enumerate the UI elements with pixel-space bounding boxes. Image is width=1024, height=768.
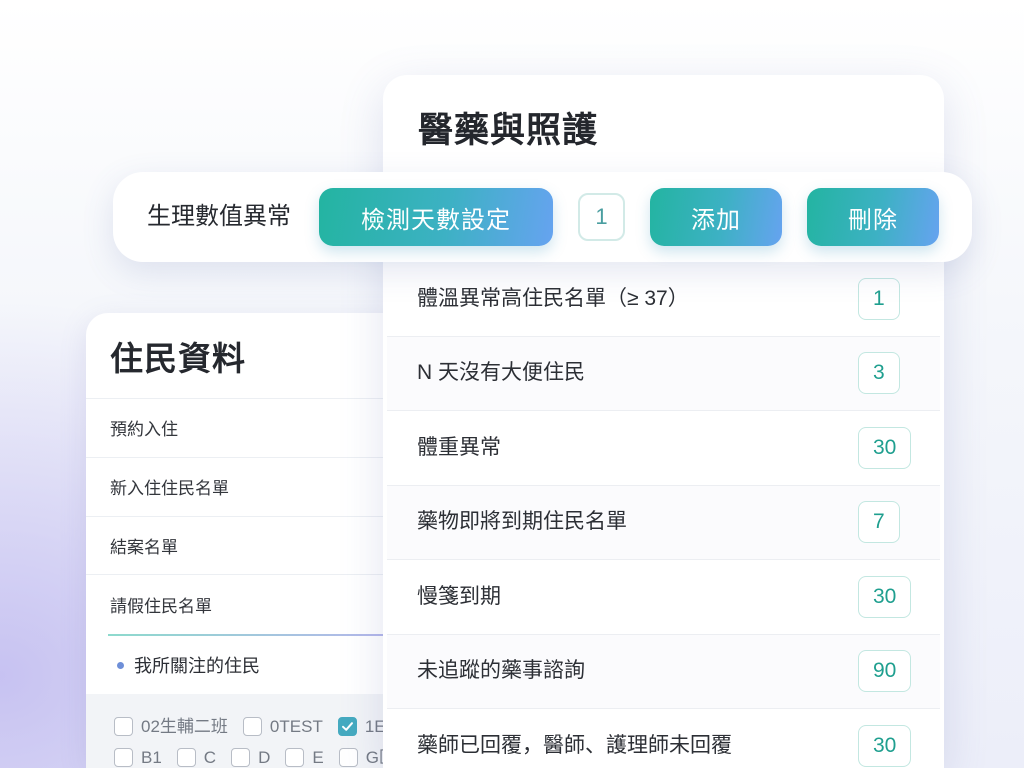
add-button[interactable]: 添加 (650, 188, 782, 246)
group-checkbox-label[interactable]: D (258, 748, 270, 767)
resident-group-filter: 02生輔二班 0TEST 1E B1 C D E G區 (86, 694, 416, 768)
row-label: 藥師已回覆，醫師、護理師未回覆 (417, 733, 732, 757)
delete-button[interactable]: 刪除 (807, 188, 939, 246)
group-checkbox[interactable] (114, 748, 133, 767)
vital-signs-toolbar: 生理數值異常 檢測天數設定 添加 刪除 (113, 172, 972, 262)
group-checkbox-item[interactable]: 0TEST (242, 717, 323, 736)
row-label: 體重異常 (417, 435, 501, 459)
row-label: 體溫異常高住民名單（≥ 37） (417, 286, 689, 310)
group-checkbox[interactable] (231, 748, 251, 767)
count-badge: 30 (858, 724, 912, 767)
menu-item-reserved-checkin[interactable]: 預約入住 (86, 399, 416, 458)
count-badge: 30 (858, 575, 912, 618)
detect-days-setting-button[interactable]: 檢測天數設定 (319, 188, 553, 246)
count-badge: 30 (858, 426, 912, 469)
medical-alert-list: 體溫異常高住民名單（≥ 37） 1 N 天沒有大便住民 3 體重異常 30 藥物… (387, 262, 940, 768)
menu-item-new-residents[interactable]: 新入住住民名單 (86, 458, 416, 517)
group-checkbox-item[interactable]: B1 (114, 748, 162, 767)
group-checkbox-item[interactable]: E (285, 748, 324, 767)
resident-data-card: 住民資料 預約入住 新入住住民名單 結案名單 請假住民名單 我所關注的住民 02… (86, 313, 416, 768)
count-badge: 7 (858, 501, 900, 544)
row-untracked-pharmacy-consult[interactable]: 未追蹤的藥事諮詢 90 (387, 634, 940, 709)
group-checkbox[interactable] (337, 717, 357, 736)
group-checkbox-label[interactable]: 02生輔二班 (141, 717, 228, 736)
count-badge: 3 (858, 352, 900, 395)
count-badge: 1 (858, 277, 900, 320)
row-no-bowel-movement[interactable]: N 天沒有大便住民 3 (387, 336, 940, 411)
row-high-temperature[interactable]: 體溫異常高住民名單（≥ 37） 1 (387, 262, 940, 337)
group-checkbox-label[interactable]: 0TEST (270, 717, 323, 736)
row-label: 藥物即將到期住民名單 (417, 510, 627, 534)
watched-residents-header[interactable]: 我所關注的住民 (86, 636, 416, 694)
row-label: 未追蹤的藥事諮詢 (417, 659, 585, 683)
bullet-dot-icon (117, 661, 124, 669)
group-checkbox-item[interactable]: 02生輔二班 (114, 717, 228, 736)
check-icon (341, 722, 353, 731)
group-checkbox-item[interactable]: C (176, 748, 216, 767)
group-checkbox-row: 02生輔二班 0TEST 1E (114, 717, 416, 736)
group-checkbox[interactable] (242, 717, 262, 736)
group-checkbox-row: B1 C D E G區 (114, 748, 416, 767)
group-checkbox-label[interactable]: E (312, 748, 323, 767)
group-checkbox[interactable] (114, 717, 133, 736)
menu-item-closed-cases[interactable]: 結案名單 (86, 517, 416, 576)
days-input[interactable] (578, 193, 625, 241)
group-checkbox[interactable] (285, 748, 305, 767)
toolbar-label: 生理數值異常 (147, 203, 291, 230)
menu-item-on-leave[interactable]: 請假住民名單 (86, 575, 416, 634)
group-checkbox-label[interactable]: C (204, 748, 216, 767)
resident-card-header: 住民資料 (86, 313, 416, 399)
row-medication-expiring[interactable]: 藥物即將到期住民名單 7 (387, 485, 940, 560)
row-abnormal-weight[interactable]: 體重異常 30 (387, 411, 940, 486)
row-pharmacist-replied-unanswered[interactable]: 藥師已回覆，醫師、護理師未回覆 30 (387, 709, 940, 768)
row-label: N 天沒有大便住民 (417, 361, 585, 385)
group-checkbox-item[interactable]: 1E (337, 717, 386, 736)
group-checkbox-label[interactable]: B1 (141, 748, 162, 767)
medical-card-title: 醫藥與照護 (418, 111, 599, 150)
resident-card-title: 住民資料 (110, 339, 246, 377)
watched-residents-label: 我所關注的住民 (134, 656, 260, 676)
count-badge: 90 (858, 650, 912, 693)
group-checkbox[interactable] (338, 748, 358, 767)
group-checkbox-item[interactable]: D (231, 748, 270, 767)
group-checkbox[interactable] (176, 748, 196, 767)
row-chronic-prescription-expiring[interactable]: 慢箋到期 30 (387, 560, 940, 635)
row-label: 慢箋到期 (417, 584, 501, 608)
